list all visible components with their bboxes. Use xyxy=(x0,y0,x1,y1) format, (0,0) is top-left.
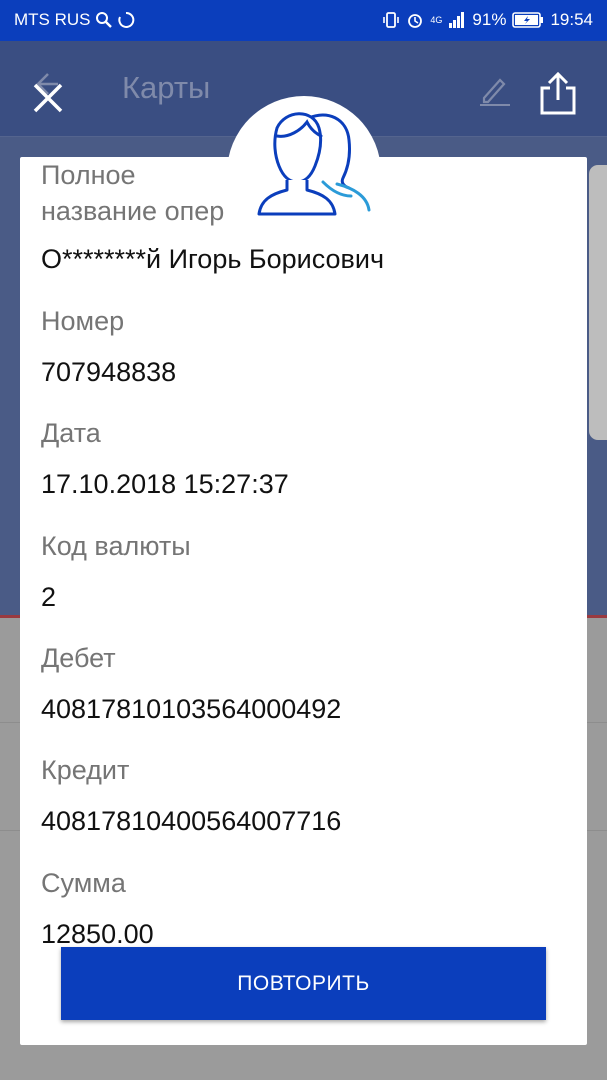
share-icon[interactable] xyxy=(536,70,580,116)
field-label: Код валюты xyxy=(41,531,191,561)
field-debit: Дебет 40817810103564000492 xyxy=(41,640,341,727)
field-value: 40817810103564000492 xyxy=(41,694,342,724)
status-bar: MTS RUS 4G 91% 19:54 xyxy=(0,0,607,41)
field-label: Полное название опер xyxy=(41,160,225,226)
pencil-icon xyxy=(480,78,510,106)
field-label: Дебет xyxy=(41,643,116,673)
network-type: 4G xyxy=(430,14,443,25)
battery-icon xyxy=(512,12,544,28)
signal-icon xyxy=(449,12,465,28)
avatar xyxy=(227,96,381,250)
field-value: 2 xyxy=(41,582,57,612)
field-label: Сумма xyxy=(41,868,126,898)
field-credit: Кредит 40817810400564007716 xyxy=(41,752,341,839)
field-value: 17.10.2018 15:27:37 xyxy=(41,469,289,499)
carrier-name: MTS RUS xyxy=(14,10,91,29)
background-scrollbar xyxy=(589,165,607,440)
field-currency-code: Код валюты 2 xyxy=(41,528,191,615)
field-amount: Сумма 12850.00 xyxy=(41,865,154,944)
alarm-icon xyxy=(408,14,423,28)
field-value: 12850.00 xyxy=(41,919,154,944)
field-label: Номер xyxy=(41,306,125,336)
field-label: Кредит xyxy=(41,755,130,785)
close-icon[interactable] xyxy=(26,76,70,120)
operation-details-dialog: Полное название опер О********й Игорь Бо… xyxy=(20,157,587,1045)
battery-percent: 91% xyxy=(472,10,507,29)
repeat-button[interactable]: ПОВТОРИТЬ xyxy=(61,947,546,1020)
field-value: 707948838 xyxy=(41,357,177,387)
field-number: Номер 707948838 xyxy=(41,303,176,390)
search-icon xyxy=(95,12,112,28)
field-value: 40817810400564007716 xyxy=(41,806,342,836)
vibrate-icon xyxy=(383,12,400,28)
field-date: Дата 17.10.2018 15:27:37 xyxy=(41,415,289,502)
field-label: Дата xyxy=(41,418,101,448)
clock: 19:54 xyxy=(550,10,593,29)
users-icon xyxy=(257,112,371,216)
sync-icon xyxy=(117,11,134,28)
app-title: Карты xyxy=(122,70,211,105)
details-scroll-area[interactable]: Полное название опер О********й Игорь Бо… xyxy=(20,157,587,944)
